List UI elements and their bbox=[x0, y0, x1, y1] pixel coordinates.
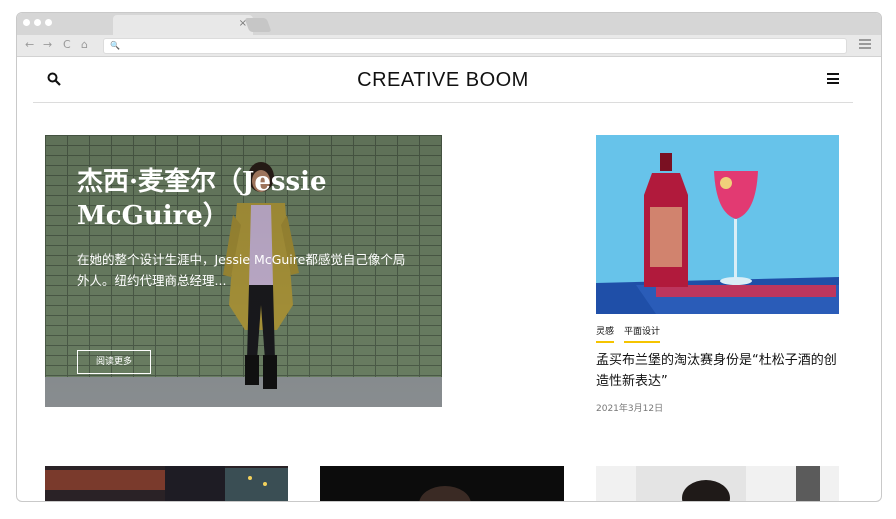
hero-excerpt: 在她的整个设计生涯中，Jessie McGuire都感觉自己像个局外人。纽约代理… bbox=[77, 252, 406, 288]
reload-icon[interactable]: C bbox=[63, 38, 71, 52]
hero-article[interactable]: 杰西·麦奎尔（Jessie McGuire） 在她的整个设计生涯中，Jessie… bbox=[45, 135, 442, 407]
home-icon[interactable]: ⌂ bbox=[81, 38, 88, 52]
maximize-window-dot[interactable] bbox=[45, 19, 52, 26]
gin-article-image[interactable] bbox=[596, 135, 839, 314]
article-thumbnail[interactable] bbox=[596, 466, 839, 501]
thumbnail-image bbox=[45, 466, 288, 501]
side-article-date: 2021年3月12日 bbox=[596, 404, 664, 414]
site-logo[interactable]: CREATIVE BOOM bbox=[33, 69, 853, 92]
new-tab-button[interactable] bbox=[244, 18, 272, 32]
close-window-dot[interactable] bbox=[23, 19, 30, 26]
thumbnail-image bbox=[320, 466, 564, 501]
minimize-window-dot[interactable] bbox=[34, 19, 41, 26]
thumbnail-image bbox=[596, 466, 839, 501]
gin-bottle-glass-illustration bbox=[596, 135, 839, 314]
read-more-button[interactable]: 阅读更多 bbox=[77, 350, 151, 374]
tag-inspiration[interactable]: 灵感 bbox=[596, 327, 615, 343]
side-article-title[interactable]: 孟买布兰堡的淘汰赛身份是“杜松子酒的创造性新表达” bbox=[596, 350, 846, 392]
site-header: CREATIVE BOOM bbox=[33, 57, 853, 103]
tag-graphic-design[interactable]: 平面设计 bbox=[624, 327, 661, 343]
browser-toolbar: ← → C ⌂ 🔍 bbox=[17, 35, 881, 57]
article-tags: 灵感 平面设计 bbox=[596, 327, 661, 343]
address-bar[interactable]: 🔍 bbox=[103, 38, 847, 54]
back-icon[interactable]: ← bbox=[25, 38, 34, 52]
article-thumbnail[interactable] bbox=[45, 466, 288, 501]
hamburger-menu-icon[interactable] bbox=[827, 73, 839, 84]
forward-icon[interactable]: → bbox=[43, 38, 52, 52]
tab-bar: × bbox=[17, 13, 881, 35]
active-tab[interactable]: × bbox=[113, 15, 253, 35]
search-icon: 🔍 bbox=[110, 41, 120, 50]
browser-menu-icon[interactable] bbox=[859, 39, 871, 49]
article-thumbnail[interactable] bbox=[320, 466, 564, 501]
window-controls bbox=[23, 19, 52, 26]
browser-window: × ← → C ⌂ 🔍 CREATIVE BOOM 杰西·麦奎尔（Jessie … bbox=[16, 12, 882, 502]
hero-title[interactable]: 杰西·麦奎尔（Jessie McGuire） bbox=[77, 165, 377, 233]
